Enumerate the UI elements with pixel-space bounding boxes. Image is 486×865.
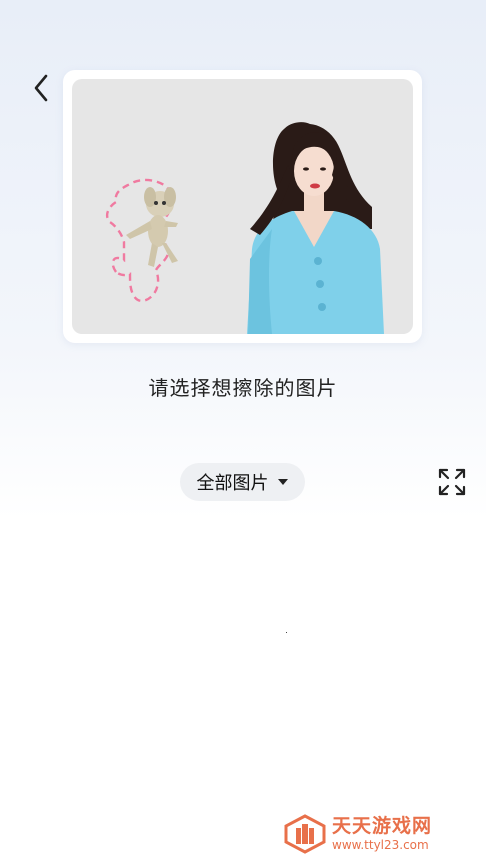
select-image-prompt: 请选择想擦除的图片 bbox=[148, 376, 338, 400]
example-image bbox=[72, 79, 413, 334]
expand-button[interactable] bbox=[436, 466, 468, 498]
album-selector-button[interactable]: 全部图片 bbox=[180, 463, 305, 501]
back-button[interactable] bbox=[26, 70, 56, 106]
caret-down-icon bbox=[277, 479, 288, 485]
expand-icon bbox=[438, 468, 466, 496]
watermark-title: 天天游戏网 bbox=[332, 815, 433, 837]
watermark-logo bbox=[284, 814, 326, 854]
watermark-url: www.ttyl23.com bbox=[332, 838, 429, 852]
portrait-figure bbox=[247, 122, 384, 334]
album-selector-label: 全部图片 bbox=[196, 473, 269, 494]
stray-dot bbox=[286, 632, 287, 633]
chevron-left-icon bbox=[34, 74, 48, 102]
small-figure bbox=[126, 187, 178, 267]
example-illustration bbox=[105, 122, 384, 334]
watermark: 天天游戏网 www.ttyl23.com bbox=[284, 812, 454, 856]
example-preview-card bbox=[63, 70, 422, 343]
